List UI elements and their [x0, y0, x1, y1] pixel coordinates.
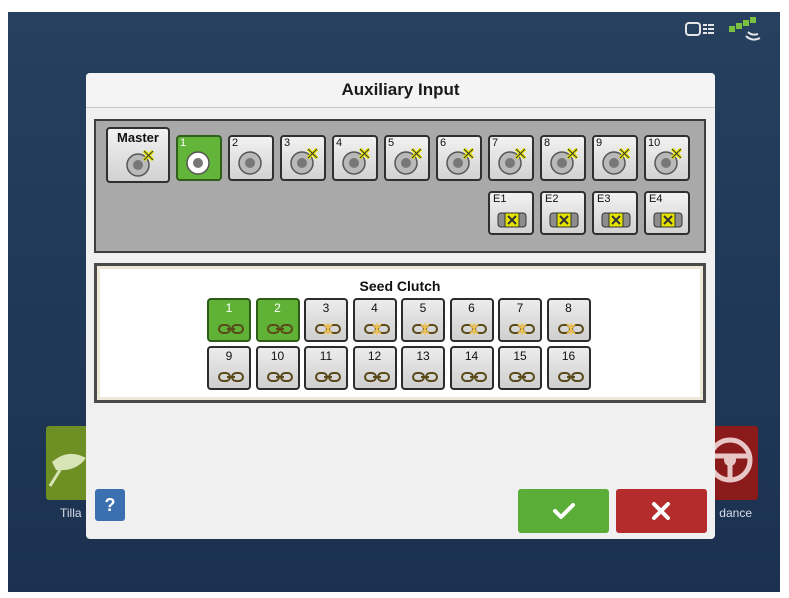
- aux-switch-4[interactable]: 4: [332, 135, 378, 181]
- aux-switch-8[interactable]: 8: [540, 135, 586, 181]
- seed-clutch-number: 3: [322, 301, 330, 315]
- seed-clutch-row-9[interactable]: 9: [207, 346, 251, 390]
- seed-clutch-row-3[interactable]: 3: [304, 298, 348, 342]
- aux-switch-2[interactable]: 2: [228, 135, 274, 181]
- status-bar: [684, 16, 766, 42]
- external-switch-off-icon: [497, 212, 527, 228]
- aux-switch-7[interactable]: 7: [488, 135, 534, 181]
- external-input-label: E3: [597, 193, 611, 205]
- chain-link-icon: [557, 372, 584, 382]
- seed-clutch-number: 11: [319, 349, 333, 363]
- chain-broken-icon: [557, 323, 584, 335]
- guidance-tile-label: dance: [719, 506, 752, 520]
- toggle-switch-off-icon: [342, 147, 371, 175]
- seed-clutch-row-13[interactable]: 13: [401, 346, 445, 390]
- toggle-switch-off-icon: [446, 147, 475, 175]
- seed-clutch-number: 16: [561, 349, 576, 363]
- seed-clutch-row-4[interactable]: 4: [352, 298, 397, 342]
- seed-clutch-number: 2: [274, 301, 281, 315]
- seed-clutch-number: 4: [371, 301, 378, 315]
- external-switch-off-icon: [601, 212, 631, 228]
- switch-panel: Master 1 2 3 4 5 6 7 8 9 10 E1 E2 E3 E4: [94, 119, 706, 253]
- external-input-label: E4: [649, 193, 663, 205]
- master-switch[interactable]: Master: [106, 127, 170, 183]
- aux-switch-3[interactable]: 3: [280, 135, 326, 181]
- aux-switch-6[interactable]: 6: [436, 135, 482, 181]
- aux-switch-10[interactable]: 10: [644, 135, 690, 181]
- seed-clutch-row-1[interactable]: 1: [207, 298, 251, 342]
- seed-clutch-row-6[interactable]: 6: [449, 298, 494, 342]
- toggle-switch-icon: [186, 151, 210, 175]
- chain-broken-icon: [315, 323, 341, 335]
- chain-link-icon: [266, 324, 293, 334]
- seed-clutch-row-12[interactable]: 12: [352, 346, 397, 390]
- aux-switch-9[interactable]: 9: [592, 135, 638, 181]
- cancel-button[interactable]: [616, 489, 707, 533]
- checkmark-icon: [553, 503, 575, 519]
- chain-link-icon: [363, 372, 390, 382]
- dialog-title: Auxiliary Input: [86, 73, 715, 108]
- toggle-switch-off-icon: [290, 147, 319, 175]
- external-input-label: E2: [545, 193, 559, 205]
- aux-switch-5[interactable]: 5: [384, 135, 430, 181]
- chain-link-icon: [266, 372, 293, 382]
- external-switch-off-icon: [549, 212, 579, 228]
- chain-link-icon: [315, 372, 341, 382]
- toggle-switch-off-icon: [550, 147, 579, 175]
- toggle-switch-off-icon: [654, 147, 683, 175]
- chain-link-icon: [218, 372, 244, 382]
- help-button[interactable]: ?: [95, 489, 125, 521]
- chain-broken-icon: [412, 323, 438, 335]
- seed-clutch-row-2[interactable]: 2: [255, 298, 300, 342]
- external-input-e2[interactable]: E2: [540, 191, 586, 235]
- chain-broken-icon: [363, 323, 390, 335]
- auxiliary-input-dialog: Auxiliary Input Master 1 2 3 4 5 6 7 8 9 10 E1 E2 E3…: [86, 73, 715, 539]
- gps-satellite-icon: [729, 17, 761, 41]
- seed-clutch-number: 1: [225, 301, 233, 315]
- seed-clutch-row-7[interactable]: 7: [498, 298, 542, 342]
- accept-button[interactable]: [518, 489, 609, 533]
- seed-clutch-panel: Seed Clutch 1 2 3 4 5 6 7 8 9 10 11 12 13 14 15 16: [94, 263, 706, 403]
- chain-link-icon: [509, 372, 535, 382]
- seed-clutch-row-5[interactable]: 5: [401, 298, 445, 342]
- seed-clutch-number: 7: [516, 301, 524, 315]
- toggle-switch-icon: [238, 151, 262, 175]
- seed-clutch-row-11[interactable]: 11: [304, 346, 348, 390]
- chain-link-icon: [412, 372, 438, 382]
- seed-clutch-row-15[interactable]: 15: [498, 346, 542, 390]
- aux-switch-1[interactable]: 1: [176, 135, 222, 181]
- seed-clutch-number: 8: [565, 301, 572, 315]
- external-input-label: E1: [493, 193, 507, 205]
- toggle-switch-off-icon: [394, 147, 423, 175]
- external-input-e4[interactable]: E4: [644, 191, 690, 235]
- seed-clutch-number: 9: [225, 349, 233, 363]
- master-label: Master: [117, 130, 159, 145]
- toggle-switch-off-icon: [602, 147, 631, 175]
- seed-clutch-number: 12: [367, 349, 382, 363]
- seed-clutch-number: 10: [270, 349, 285, 363]
- seed-clutch-row-16[interactable]: 16: [546, 346, 591, 390]
- toggle-switch-off-icon: [126, 149, 155, 177]
- seed-clutch-row-14[interactable]: 14: [449, 346, 494, 390]
- toggle-switch-off-icon: [498, 147, 527, 175]
- seed-clutch-number: 15: [513, 349, 527, 363]
- chain-link-icon: [460, 372, 487, 382]
- external-switch-off-icon: [653, 212, 683, 228]
- seed-clutch-row-10[interactable]: 10: [255, 346, 300, 390]
- seed-clutch-number: 14: [464, 349, 479, 363]
- seed-clutch-number: 13: [416, 349, 430, 363]
- seed-clutch-title: Seed Clutch: [359, 278, 441, 294]
- seed-clutch-number: 6: [468, 301, 475, 315]
- chain-broken-icon: [460, 323, 487, 335]
- external-input-e3[interactable]: E3: [592, 191, 638, 235]
- close-icon: [652, 502, 670, 520]
- external-input-e1[interactable]: E1: [488, 191, 534, 235]
- seed-clutch-number: 5: [419, 301, 427, 315]
- chain-link-icon: [218, 324, 244, 334]
- chain-broken-icon: [509, 323, 535, 335]
- tillage-tile-label: Tilla: [60, 506, 82, 520]
- seed-clutch-row-8[interactable]: 8: [546, 298, 591, 342]
- display-icon: [685, 22, 714, 36]
